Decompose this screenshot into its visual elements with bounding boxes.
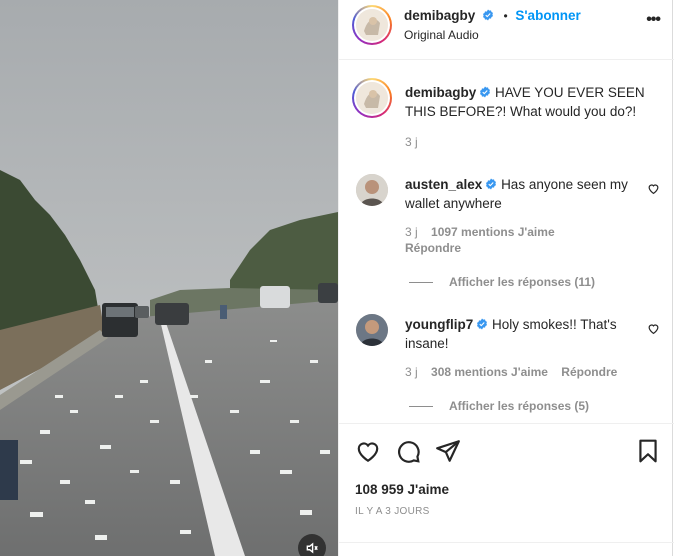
video-frame [0, 0, 338, 556]
caption-username[interactable]: demibagby [405, 85, 476, 100]
comment-icon[interactable] [395, 438, 421, 464]
audio-label[interactable]: Original Audio [404, 28, 479, 42]
caption-time: 3 j [405, 135, 418, 149]
follow-button[interactable]: S'abonner [515, 8, 580, 23]
post-like-count[interactable]: 108 959 J'aime [355, 482, 449, 497]
share-icon[interactable] [435, 438, 461, 464]
reply-button[interactable]: Répondre [405, 241, 461, 255]
replies-divider [409, 406, 433, 408]
view-replies-button[interactable]: Afficher les réponses (5) [409, 399, 589, 413]
verified-icon [480, 86, 491, 98]
bookmark-icon[interactable] [635, 438, 661, 464]
commenter-avatar[interactable] [356, 174, 388, 206]
commenter-avatar[interactable] [356, 314, 388, 346]
verified-icon [482, 9, 493, 21]
mute-icon[interactable] [298, 534, 326, 556]
heart-icon[interactable] [647, 322, 660, 335]
comment-time: 3 j [405, 225, 418, 239]
verified-icon [477, 318, 488, 330]
author-username[interactable]: demibagby [404, 8, 475, 23]
header-username-row: demibagby • S'abonner [404, 8, 581, 23]
replies-divider [409, 282, 433, 284]
view-replies-button[interactable]: Afficher les réponses (11) [409, 275, 595, 289]
verified-icon [486, 178, 497, 190]
view-replies-label: Afficher les réponses (5) [449, 399, 590, 413]
add-comment-bar[interactable] [339, 542, 674, 556]
comment-text-block: youngflip7 Holy smokes!! That's insane! [405, 315, 640, 353]
more-options-icon[interactable]: ••• [646, 11, 661, 29]
heart-icon[interactable] [647, 182, 660, 195]
commenter-username[interactable]: austen_alex [405, 177, 482, 192]
post-date: IL Y A 3 JOURS [355, 506, 430, 517]
comment-text-block: austen_alex Has anyone seen my wallet an… [405, 175, 640, 213]
comment-meta: 3 j 1097 mentions J'aime [405, 225, 555, 239]
comment-time: 3 j [405, 365, 418, 379]
post-actions: 108 959 J'aime IL Y A 3 JOURS [339, 423, 674, 556]
caption-text-block: demibagby HAVE YOU EVER SEEN THIS BEFORE… [405, 83, 660, 121]
comment-like-count[interactable]: 308 mentions J'aime [431, 365, 548, 379]
post-video[interactable] [0, 0, 338, 556]
comments-list: demibagby HAVE YOU EVER SEEN THIS BEFORE… [339, 61, 674, 423]
heart-icon[interactable] [355, 438, 381, 464]
comment-like-count[interactable]: 1097 mentions J'aime [431, 225, 555, 239]
post-side-panel: demibagby • S'abonner Original Audio •••… [338, 0, 674, 556]
author-avatar[interactable] [352, 5, 392, 45]
commenter-username[interactable]: youngflip7 [405, 317, 473, 332]
caption-avatar[interactable] [352, 78, 392, 118]
view-replies-label: Afficher les réponses (11) [449, 275, 596, 289]
post-header: demibagby • S'abonner Original Audio ••• [339, 0, 674, 60]
comment-meta: 3 j 308 mentions J'aime Répondre [405, 365, 617, 379]
separator-dot: • [503, 9, 508, 23]
reply-button[interactable]: Répondre [561, 365, 617, 379]
